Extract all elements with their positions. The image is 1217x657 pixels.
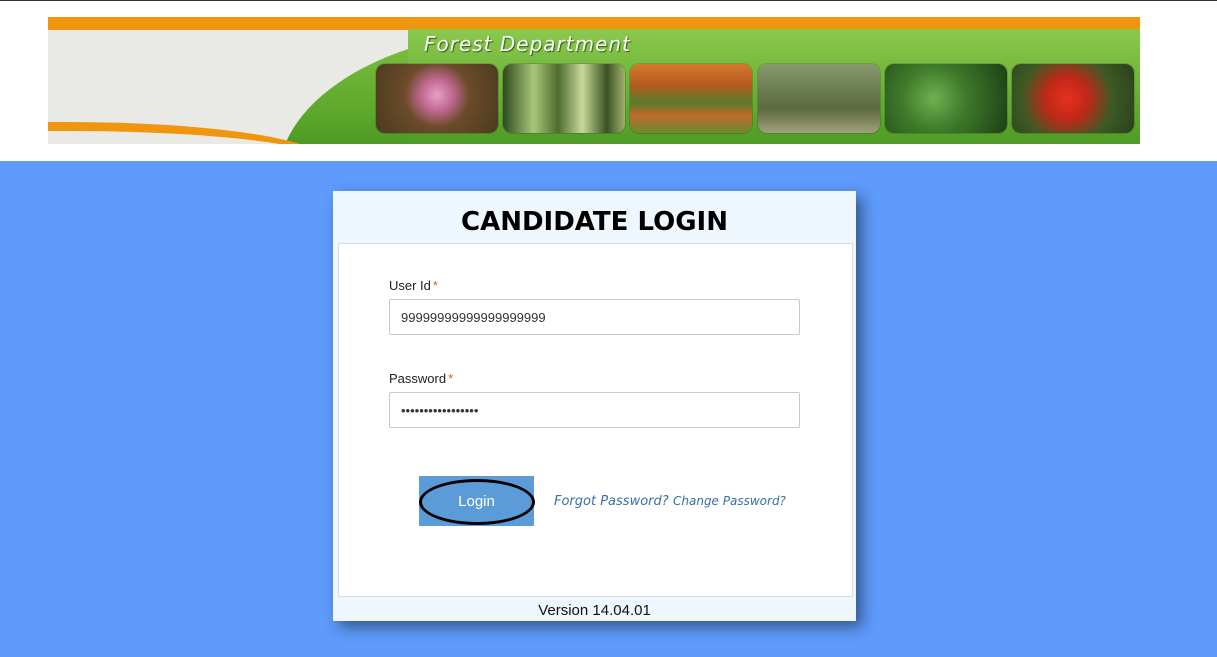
login-button-label: Login — [458, 492, 495, 510]
login-title: CANDIDATE LOGIN — [461, 207, 728, 237]
login-card: CANDIDATE LOGIN User Id* Password* Login… — [333, 191, 856, 621]
nursery-photo — [758, 64, 880, 133]
required-mark: * — [448, 371, 454, 386]
user-id-label: User Id * — [389, 278, 438, 293]
user-id-input[interactable] — [389, 299, 800, 335]
user-id-label-text: User Id — [389, 278, 431, 293]
top-border-line — [0, 0, 1217, 1]
banner-title: Forest Department — [424, 32, 631, 56]
version-label: Version 14.04.01 — [538, 602, 651, 619]
password-label: Password * — [389, 371, 453, 386]
forest-trees-photo — [503, 64, 625, 133]
plant-leaves-photo — [885, 64, 1007, 133]
flower-photo — [376, 64, 498, 133]
login-button[interactable]: Login — [419, 476, 535, 526]
forest-department-banner: Forest Department — [48, 17, 1140, 144]
password-input[interactable] — [389, 392, 800, 428]
login-form: User Id* Password* Login Forgot Password… — [338, 243, 853, 597]
change-password-link[interactable]: Change Password? — [673, 494, 786, 508]
banner-orange-curve — [48, 122, 328, 144]
forgot-password-link[interactable]: Forgot Password? — [554, 494, 669, 509]
password-label-text: Password — [389, 371, 447, 386]
plantation-field-photo — [630, 64, 752, 133]
red-flowers-photo — [1012, 64, 1134, 133]
required-mark: * — [432, 278, 438, 293]
